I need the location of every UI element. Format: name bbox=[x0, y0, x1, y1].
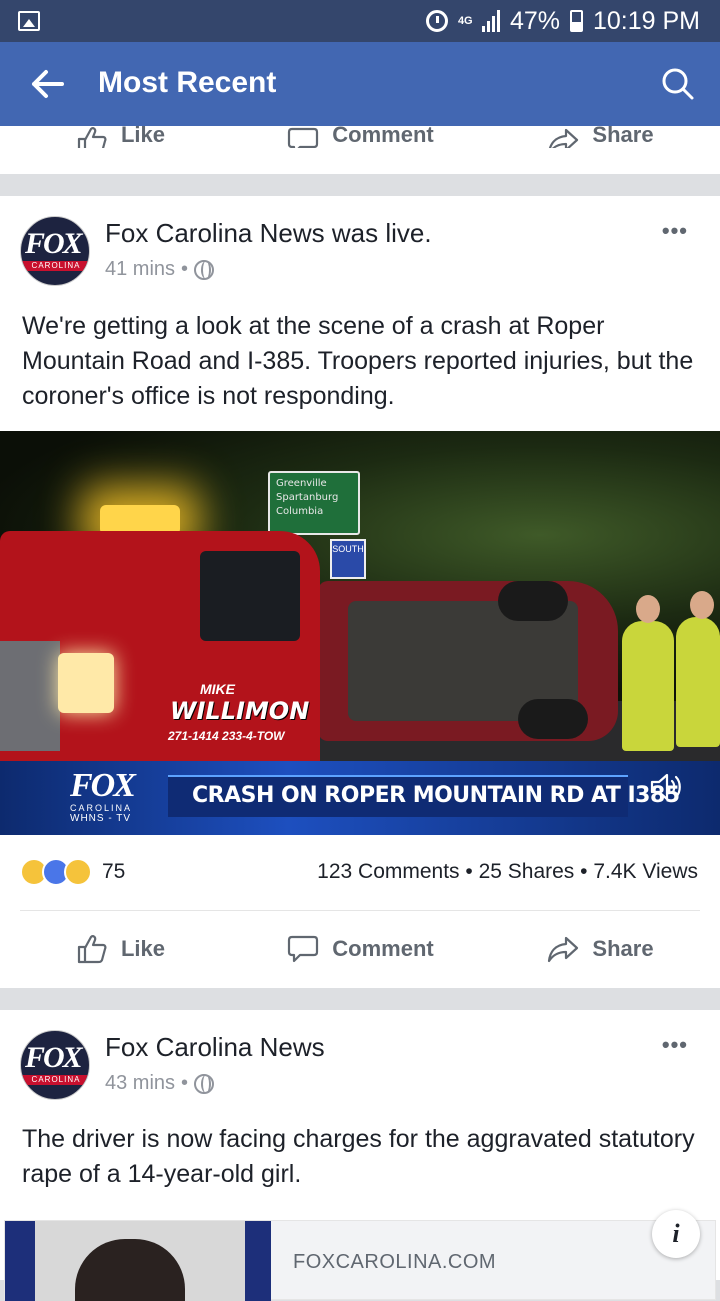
clock: 10:19 PM bbox=[592, 6, 700, 35]
station-logo-sub: CAROLINA bbox=[70, 803, 133, 813]
back-button[interactable] bbox=[26, 64, 68, 104]
news-lower-third: FOX CAROLINA WHNS - TV CRASH ON ROPER MO… bbox=[0, 761, 720, 835]
like-label: Like bbox=[120, 936, 166, 961]
share-label: Share bbox=[592, 126, 654, 147]
news-headline: CRASH ON ROPER MOUNTAIN RD AT I385 bbox=[192, 783, 680, 808]
link-preview[interactable]: FOXCAROLINA.COM bbox=[4, 1220, 716, 1301]
battery-percent: 47% bbox=[509, 6, 560, 35]
tow-truck: MIKE WILLIMON 271-1414 233-4-TOW bbox=[0, 531, 320, 771]
station-call-sign: WHNS - TV bbox=[70, 813, 132, 824]
post-meta: 43 mins • bbox=[105, 1072, 215, 1095]
avatar-logo-text: FOX bbox=[25, 227, 83, 260]
highway-sign: Greenville Spartanburg Columbia bbox=[268, 471, 360, 535]
alarm-icon bbox=[425, 10, 448, 32]
post-card: FOX CAROLINA Fox Carolina News was live.… bbox=[0, 196, 720, 988]
engagement-stats[interactable]: 123 Comments • 25 Shares • 7.4K Views bbox=[317, 860, 698, 884]
more-options-button[interactable]: ••• bbox=[662, 1032, 688, 1058]
post-author[interactable]: Fox Carolina News was live. bbox=[105, 218, 432, 249]
battery-icon bbox=[569, 10, 583, 32]
comment-button[interactable]: Comment bbox=[240, 126, 480, 148]
share-button[interactable]: Share bbox=[480, 126, 720, 148]
share-button[interactable]: Share bbox=[480, 920, 720, 978]
like-button[interactable]: Like bbox=[0, 126, 240, 148]
comment-label: Comment bbox=[332, 126, 434, 147]
speaker-icon bbox=[650, 773, 681, 801]
comment-button[interactable]: Comment bbox=[240, 920, 480, 978]
more-options-button[interactable]: ••• bbox=[662, 218, 688, 244]
avatar-logo-text: FOX bbox=[25, 1041, 83, 1074]
truck-phone: 271-1414 233-4-TOW bbox=[168, 729, 285, 743]
reaction-count: 75 bbox=[102, 860, 126, 883]
globe-icon bbox=[194, 1073, 215, 1094]
meta-separator: • bbox=[181, 1072, 189, 1094]
post-actions: Like Comment Share bbox=[0, 920, 720, 978]
share-icon bbox=[549, 128, 579, 148]
signal-icon bbox=[481, 10, 500, 32]
interstate-shield: SOUTH bbox=[330, 539, 366, 579]
post-author[interactable]: Fox Carolina News bbox=[105, 1032, 325, 1063]
search-icon bbox=[662, 68, 694, 100]
back-arrow-icon bbox=[32, 70, 64, 98]
reactions-summary[interactable]: 75 bbox=[20, 854, 125, 890]
info-button[interactable]: i bbox=[652, 1210, 700, 1258]
thumbs-up-icon bbox=[77, 935, 107, 964]
post-time[interactable]: 41 mins bbox=[105, 258, 175, 281]
previous-post-actions: Like Comment Share bbox=[0, 126, 720, 174]
share-icon bbox=[548, 936, 579, 963]
post-text: The driver is now facing charges for the… bbox=[22, 1125, 695, 1188]
divider bbox=[20, 910, 700, 911]
link-thumbnail bbox=[5, 1221, 271, 1301]
sign-line: Columbia bbox=[276, 506, 324, 517]
meta-separator: • bbox=[181, 258, 189, 280]
truck-brand-small: MIKE bbox=[200, 681, 235, 697]
post-text: We're getting a look at the scene of a c… bbox=[22, 312, 694, 410]
sign-line: Greenville bbox=[276, 478, 327, 489]
app-bar: Most Recent bbox=[0, 42, 720, 126]
avatar[interactable]: FOX CAROLINA bbox=[20, 216, 90, 286]
live-video[interactable]: Greenville Spartanburg Columbia SOUTH MI… bbox=[0, 431, 720, 835]
wow-reaction-icon bbox=[64, 858, 92, 886]
station-logo: FOX CAROLINA WHNS - TV bbox=[70, 767, 150, 825]
page-title: Most Recent bbox=[98, 66, 277, 99]
sign-line: Spartanburg bbox=[276, 492, 339, 503]
avatar-logo-sub: CAROLINA bbox=[21, 1075, 89, 1085]
thumbs-up-icon bbox=[77, 127, 107, 148]
truck-brand: WILLIMON bbox=[170, 697, 310, 725]
overturned-vehicle bbox=[318, 581, 618, 741]
station-logo-text: FOX bbox=[70, 767, 136, 804]
avatar-logo-sub: CAROLINA bbox=[21, 261, 89, 271]
volume-button[interactable] bbox=[648, 769, 684, 805]
avatar[interactable]: FOX CAROLINA bbox=[20, 1030, 90, 1100]
status-bar: 4G 47% 10:19 PM bbox=[0, 0, 720, 42]
network-type: 4G bbox=[457, 14, 473, 27]
like-button[interactable]: Like bbox=[0, 920, 240, 978]
post-card: FOX CAROLINA Fox Carolina News 43 mins •… bbox=[0, 1010, 720, 1301]
link-domain: FOXCAROLINA.COM bbox=[293, 1251, 497, 1273]
comment-icon bbox=[288, 935, 319, 963]
search-button[interactable] bbox=[658, 64, 698, 104]
trooper-figure bbox=[676, 591, 720, 747]
share-label: Share bbox=[592, 936, 654, 961]
post-time[interactable]: 43 mins bbox=[105, 1072, 175, 1095]
globe-icon bbox=[194, 259, 215, 280]
trooper-figure bbox=[622, 595, 674, 751]
image-notification-icon bbox=[18, 11, 40, 31]
like-label: Like bbox=[120, 126, 166, 147]
comment-icon bbox=[288, 127, 319, 148]
post-meta: 41 mins • bbox=[105, 258, 215, 281]
comment-label: Comment bbox=[332, 936, 434, 961]
